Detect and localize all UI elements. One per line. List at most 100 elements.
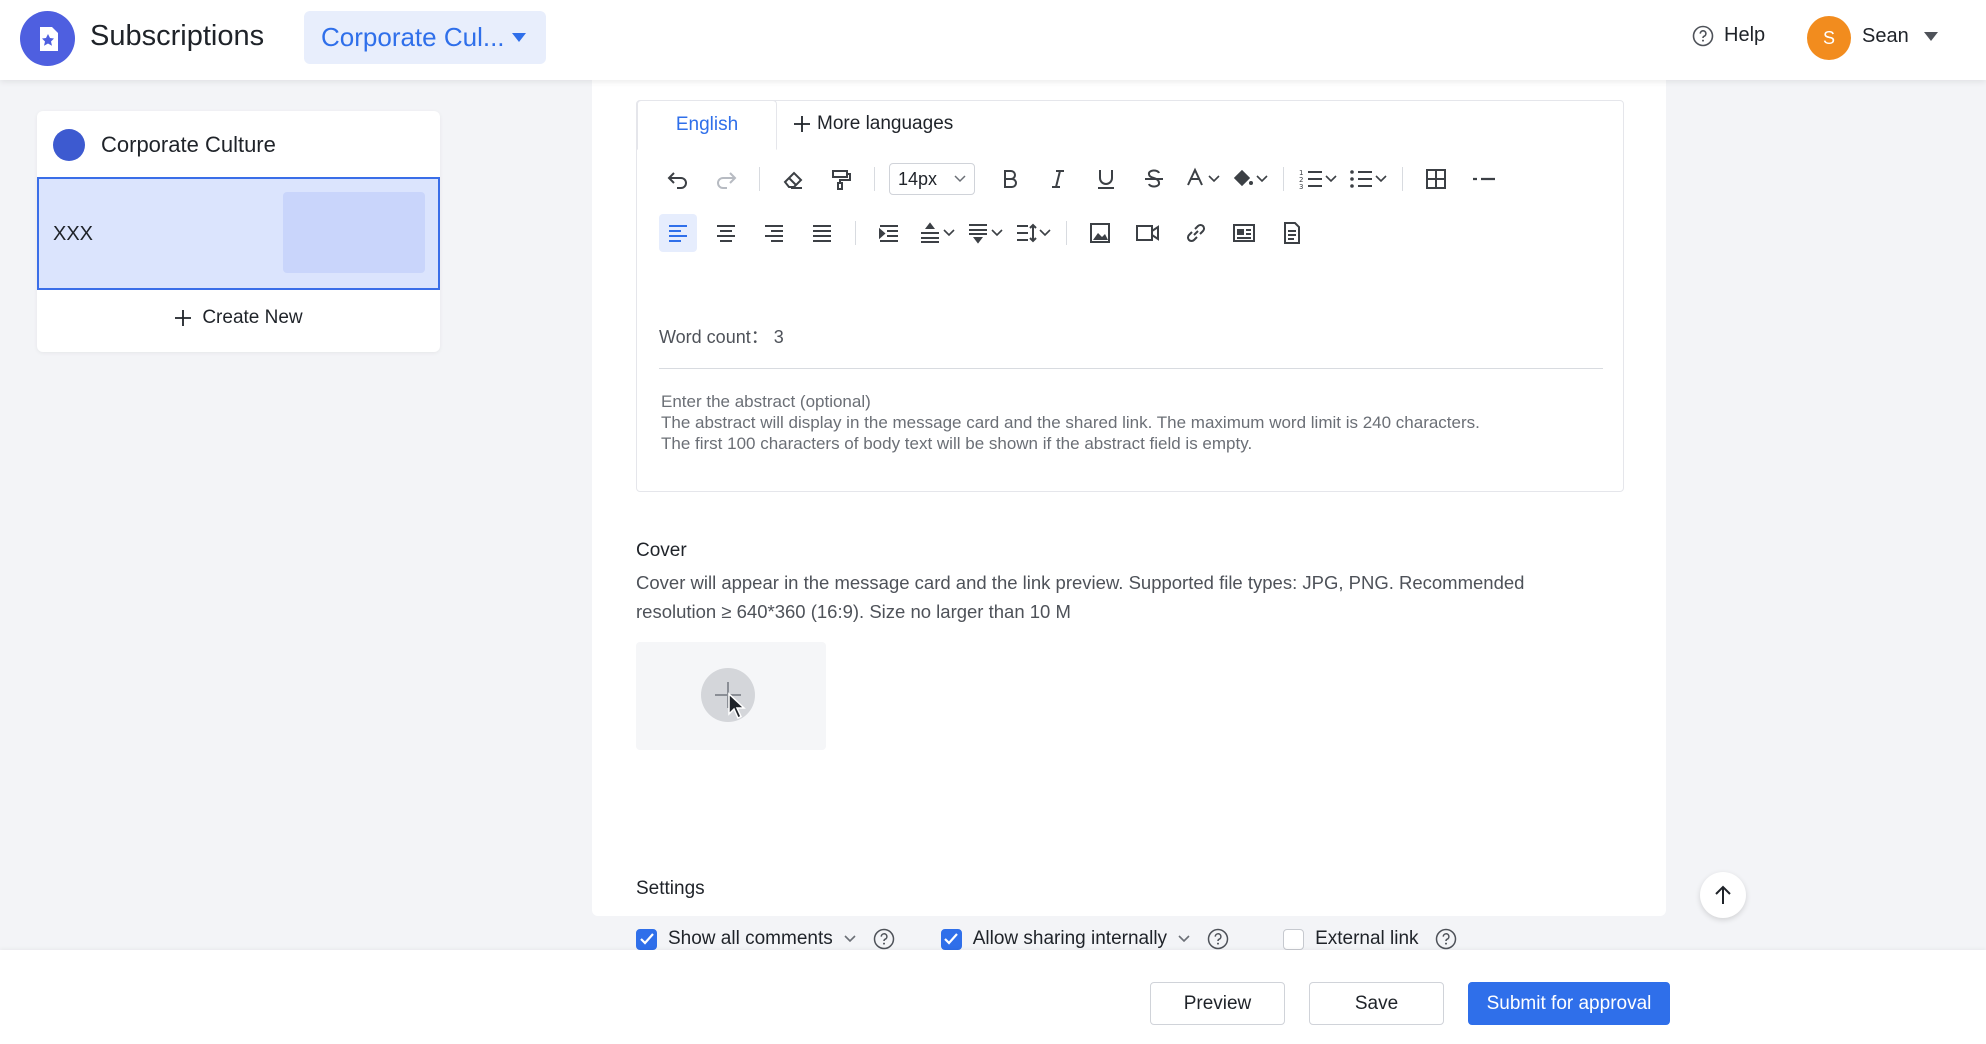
underline-button[interactable] <box>1087 160 1125 198</box>
line-height-icon <box>1017 223 1037 243</box>
toolbar-divider <box>1066 221 1067 245</box>
external-link-checkbox[interactable] <box>1283 928 1305 950</box>
allow-sharing-internally-checkbox[interactable] <box>940 928 962 950</box>
cover-description-line: Cover will appear in the message card an… <box>636 572 1525 593</box>
chevron-down-icon <box>1375 175 1387 183</box>
ordered-list-icon: 123 <box>1299 169 1322 191</box>
vertical-align-icon <box>921 222 939 243</box>
horizontal-rule-icon <box>1473 177 1495 181</box>
user-name[interactable]: Sean <box>1862 25 1909 48</box>
italic-button[interactable] <box>1039 160 1077 198</box>
insert-link-button[interactable] <box>1177 214 1215 252</box>
question-circle-icon[interactable] <box>873 928 895 950</box>
format-painter-icon <box>832 170 851 190</box>
abstract-placeholder-line: Enter the abstract (optional) <box>661 392 871 411</box>
question-circle-icon[interactable] <box>1435 928 1457 950</box>
chevron-down-icon <box>943 229 955 237</box>
bullet-list-button[interactable] <box>1348 160 1388 198</box>
cover-upload-area[interactable] <box>636 642 826 750</box>
external-link-option[interactable]: External link <box>1283 928 1457 950</box>
align-right-button[interactable] <box>755 214 793 252</box>
user-menu-caret-icon[interactable] <box>1924 32 1938 41</box>
mouse-cursor-icon <box>728 692 746 720</box>
settings-options: Show all comments Allow sharing internal… <box>636 925 1457 953</box>
chevron-down-icon[interactable] <box>1177 934 1191 944</box>
chevron-down-icon[interactable] <box>843 934 857 944</box>
show-all-comments-option[interactable]: Show all comments <box>636 928 895 950</box>
tab-english[interactable]: English <box>637 100 777 150</box>
editor-divider <box>659 368 1603 369</box>
abstract-placeholder-line: The abstract will display in the message… <box>661 413 1480 432</box>
redo-button[interactable] <box>707 160 745 198</box>
insert-image-button[interactable] <box>1081 214 1119 252</box>
submit-for-approval-button[interactable]: Submit for approval <box>1468 982 1670 1025</box>
font-size-select[interactable]: 14px <box>889 163 975 195</box>
line-height-button[interactable] <box>1014 214 1052 252</box>
article-list-panel: Corporate Culture XXX Create New <box>37 111 440 352</box>
back-to-top-button[interactable] <box>1700 872 1746 918</box>
bold-icon <box>1004 170 1017 188</box>
footer-action-bar: Preview Save Submit for approval <box>0 950 1986 1044</box>
paragraph-spacing-button[interactable] <box>966 214 1004 252</box>
create-new-label: Create New <box>202 307 303 328</box>
plus-icon <box>175 310 192 326</box>
chevron-down-icon <box>991 229 1003 237</box>
save-button[interactable]: Save <box>1309 982 1444 1025</box>
article-list-item[interactable]: XXX <box>37 177 440 290</box>
insert-card-button[interactable] <box>1225 214 1263 252</box>
table-icon <box>1426 169 1446 189</box>
align-left-icon <box>669 225 687 242</box>
insert-video-button[interactable] <box>1129 214 1167 252</box>
format-painter-button[interactable] <box>822 160 860 198</box>
rich-text-editor: English More languages 14px 1 2 3 Word c… <box>636 100 1624 492</box>
svg-text:3: 3 <box>1299 183 1303 191</box>
abstract-input[interactable]: Enter the abstract (optional) The abstra… <box>661 391 1601 454</box>
app-logo[interactable] <box>20 11 75 66</box>
chevron-down-icon <box>1208 175 1220 183</box>
bullet-list-icon <box>1350 170 1372 188</box>
question-circle-icon[interactable] <box>1207 928 1229 950</box>
toolbar-divider <box>759 167 760 191</box>
app-title: Subscriptions <box>90 20 265 52</box>
undo-button[interactable] <box>659 160 697 198</box>
insert-document-button[interactable] <box>1273 214 1311 252</box>
underline-icon <box>1098 170 1114 189</box>
highlight-color-button[interactable] <box>1231 160 1269 198</box>
help-link[interactable]: Help <box>1692 24 1765 47</box>
strikethrough-button[interactable] <box>1135 160 1173 198</box>
preview-button[interactable]: Preview <box>1150 982 1285 1025</box>
eraser-icon <box>783 171 803 189</box>
horizontal-rule-button[interactable] <box>1465 160 1503 198</box>
font-size-value: 14px <box>898 168 938 189</box>
video-icon <box>1136 225 1159 241</box>
word-count-value: 3 <box>773 327 784 347</box>
more-languages-button[interactable]: More languages <box>793 113 953 135</box>
align-justify-button[interactable] <box>803 214 841 252</box>
allow-sharing-internally-option[interactable]: Allow sharing internally <box>940 928 1229 950</box>
word-count-label: Word count： <box>659 327 769 347</box>
clear-format-button[interactable] <box>774 160 812 198</box>
insert-table-button[interactable] <box>1417 160 1455 198</box>
word-count: Word count： 3 <box>659 323 784 349</box>
chevron-down-icon <box>1256 175 1268 183</box>
align-center-button[interactable] <box>707 214 745 252</box>
article-title: XXX <box>53 223 94 245</box>
show-all-comments-checkbox[interactable] <box>636 928 657 950</box>
paint-bucket-icon <box>1233 169 1253 187</box>
link-icon <box>1186 223 1206 243</box>
font-color-button[interactable] <box>1183 160 1221 198</box>
indent-button[interactable] <box>870 214 908 252</box>
vertical-align-button[interactable] <box>918 214 956 252</box>
create-new-button[interactable]: Create New <box>37 307 440 329</box>
image-icon <box>1090 223 1110 243</box>
bold-button[interactable] <box>991 160 1029 198</box>
more-languages-label: More languages <box>817 113 954 134</box>
channel-select[interactable]: Corporate Cul... <box>304 11 546 64</box>
paragraph-spacing-icon <box>969 224 987 244</box>
channel-name: Corporate Culture <box>101 132 276 157</box>
editor-card: English More languages 14px 1 2 3 Word c… <box>592 80 1666 950</box>
document-star-icon <box>39 26 58 51</box>
align-left-button[interactable] <box>659 214 697 252</box>
ordered-list-button[interactable]: 123 <box>1298 160 1338 198</box>
user-avatar[interactable]: S <box>1807 16 1851 60</box>
